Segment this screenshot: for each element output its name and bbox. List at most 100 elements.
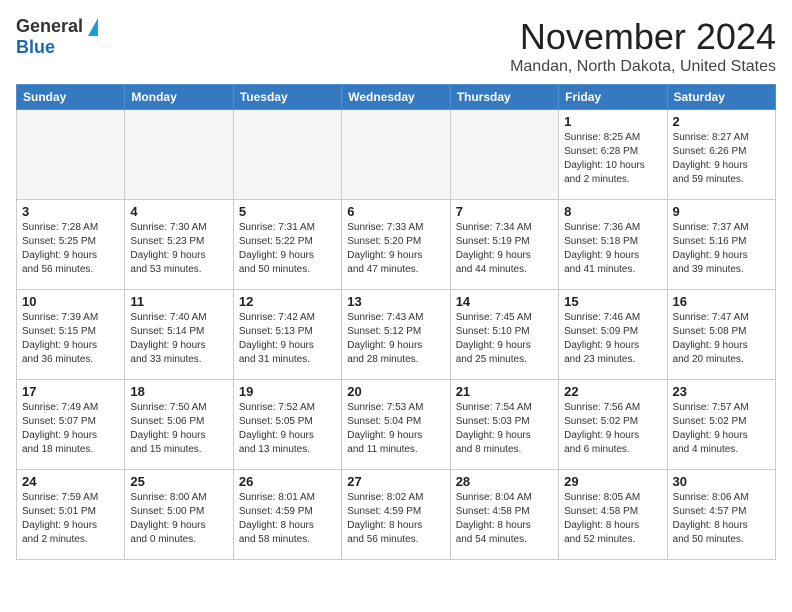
day-info: Sunrise: 7:53 AM Sunset: 5:04 PM Dayligh… xyxy=(347,401,444,457)
calendar-cell: 5 Sunrise: 7:31 AM Sunset: 5:22 PM Daylig… xyxy=(233,200,341,290)
calendar-week-row-1: 3 Sunrise: 7:28 AM Sunset: 5:25 PM Daylig… xyxy=(17,200,776,290)
day-number: 27 xyxy=(347,474,444,489)
weekday-header-friday: Friday xyxy=(559,85,667,110)
weekday-header-saturday: Saturday xyxy=(667,85,775,110)
day-info: Sunrise: 7:33 AM Sunset: 5:20 PM Dayligh… xyxy=(347,221,444,277)
day-number: 15 xyxy=(564,294,661,309)
weekday-header-thursday: Thursday xyxy=(450,85,558,110)
day-number: 20 xyxy=(347,384,444,399)
day-info: Sunrise: 7:34 AM Sunset: 5:19 PM Dayligh… xyxy=(456,221,553,277)
calendar-cell: 4 Sunrise: 7:30 AM Sunset: 5:23 PM Daylig… xyxy=(125,200,233,290)
day-number: 6 xyxy=(347,204,444,219)
day-number: 7 xyxy=(456,204,553,219)
day-number: 4 xyxy=(130,204,227,219)
day-info: Sunrise: 7:31 AM Sunset: 5:22 PM Dayligh… xyxy=(239,221,336,277)
day-info: Sunrise: 7:52 AM Sunset: 5:05 PM Dayligh… xyxy=(239,401,336,457)
header: General Blue November 2024 Mandan, North… xyxy=(16,16,776,76)
calendar-cell: 12 Sunrise: 7:42 AM Sunset: 5:13 PM Dayli… xyxy=(233,290,341,380)
calendar-week-row-4: 24Sunrise: 7:59 AM Sunset: 5:01 PM Dayli… xyxy=(17,470,776,560)
calendar-cell: 26Sunrise: 8:01 AM Sunset: 4:59 PM Dayli… xyxy=(233,470,341,560)
weekday-header-monday: Monday xyxy=(125,85,233,110)
calendar-cell: 23 Sunrise: 7:57 AM Sunset: 5:02 PM Dayli… xyxy=(667,380,775,470)
day-info: Sunrise: 7:47 AM Sunset: 5:08 PM Dayligh… xyxy=(673,311,770,367)
calendar-cell: 22 Sunrise: 7:56 AM Sunset: 5:02 PM Dayli… xyxy=(559,380,667,470)
calendar-cell: 30Sunrise: 8:06 AM Sunset: 4:57 PM Dayli… xyxy=(667,470,775,560)
day-info: Sunrise: 8:06 AM Sunset: 4:57 PM Dayligh… xyxy=(673,491,770,547)
calendar-cell xyxy=(233,110,341,200)
calendar-week-row-3: 17 Sunrise: 7:49 AM Sunset: 5:07 PM Dayli… xyxy=(17,380,776,470)
calendar-cell: 3 Sunrise: 7:28 AM Sunset: 5:25 PM Daylig… xyxy=(17,200,125,290)
calendar-cell: 27 Sunrise: 8:02 AM Sunset: 4:59 PM Dayli… xyxy=(342,470,450,560)
day-info: Sunrise: 7:46 AM Sunset: 5:09 PM Dayligh… xyxy=(564,311,661,367)
day-info: Sunrise: 7:28 AM Sunset: 5:25 PM Dayligh… xyxy=(22,221,119,277)
calendar-cell: 16 Sunrise: 7:47 AM Sunset: 5:08 PM Dayli… xyxy=(667,290,775,380)
calendar-cell: 29Sunrise: 8:05 AM Sunset: 4:58 PM Dayli… xyxy=(559,470,667,560)
day-info: Sunrise: 7:39 AM Sunset: 5:15 PM Dayligh… xyxy=(22,311,119,367)
calendar-cell: 7 Sunrise: 7:34 AM Sunset: 5:19 PM Daylig… xyxy=(450,200,558,290)
month-title: November 2024 xyxy=(510,16,776,58)
calendar-cell xyxy=(450,110,558,200)
day-number: 21 xyxy=(456,384,553,399)
day-number: 8 xyxy=(564,204,661,219)
weekday-header-wednesday: Wednesday xyxy=(342,85,450,110)
logo-triangle-icon xyxy=(88,18,98,36)
day-number: 3 xyxy=(22,204,119,219)
day-number: 16 xyxy=(673,294,770,309)
day-number: 23 xyxy=(673,384,770,399)
weekday-header-tuesday: Tuesday xyxy=(233,85,341,110)
day-info: Sunrise: 8:02 AM Sunset: 4:59 PM Dayligh… xyxy=(347,491,444,547)
day-number: 5 xyxy=(239,204,336,219)
day-info: Sunrise: 8:27 AM Sunset: 6:26 PM Dayligh… xyxy=(673,131,770,187)
logo: General Blue xyxy=(16,16,98,58)
day-number: 26 xyxy=(239,474,336,489)
day-number: 1 xyxy=(564,114,661,129)
day-number: 19 xyxy=(239,384,336,399)
calendar-cell: 14Sunrise: 7:45 AM Sunset: 5:10 PM Dayli… xyxy=(450,290,558,380)
day-number: 22 xyxy=(564,384,661,399)
calendar-cell: 17 Sunrise: 7:49 AM Sunset: 5:07 PM Dayli… xyxy=(17,380,125,470)
calendar-cell: 28Sunrise: 8:04 AM Sunset: 4:58 PM Dayli… xyxy=(450,470,558,560)
day-info: Sunrise: 7:56 AM Sunset: 5:02 PM Dayligh… xyxy=(564,401,661,457)
calendar-cell: 2 Sunrise: 8:27 AM Sunset: 6:26 PM Daylig… xyxy=(667,110,775,200)
day-info: Sunrise: 8:04 AM Sunset: 4:58 PM Dayligh… xyxy=(456,491,553,547)
calendar-week-row-2: 10 Sunrise: 7:39 AM Sunset: 5:15 PM Dayli… xyxy=(17,290,776,380)
day-info: Sunrise: 7:37 AM Sunset: 5:16 PM Dayligh… xyxy=(673,221,770,277)
calendar-cell: 13Sunrise: 7:43 AM Sunset: 5:12 PM Dayli… xyxy=(342,290,450,380)
weekday-header-sunday: Sunday xyxy=(17,85,125,110)
day-number: 2 xyxy=(673,114,770,129)
calendar-table: SundayMondayTuesdayWednesdayThursdayFrid… xyxy=(16,84,776,560)
calendar-cell: 25Sunrise: 8:00 AM Sunset: 5:00 PM Dayli… xyxy=(125,470,233,560)
day-info: Sunrise: 8:00 AM Sunset: 5:00 PM Dayligh… xyxy=(130,491,227,547)
day-number: 12 xyxy=(239,294,336,309)
calendar-cell: 10 Sunrise: 7:39 AM Sunset: 5:15 PM Dayli… xyxy=(17,290,125,380)
day-info: Sunrise: 7:57 AM Sunset: 5:02 PM Dayligh… xyxy=(673,401,770,457)
title-block: November 2024 Mandan, North Dakota, Unit… xyxy=(510,16,776,76)
day-info: Sunrise: 7:42 AM Sunset: 5:13 PM Dayligh… xyxy=(239,311,336,367)
day-number: 18 xyxy=(130,384,227,399)
day-number: 17 xyxy=(22,384,119,399)
day-info: Sunrise: 7:59 AM Sunset: 5:01 PM Dayligh… xyxy=(22,491,119,547)
day-info: Sunrise: 7:40 AM Sunset: 5:14 PM Dayligh… xyxy=(130,311,227,367)
calendar-cell: 15 Sunrise: 7:46 AM Sunset: 5:09 PM Dayli… xyxy=(559,290,667,380)
weekday-header-row: SundayMondayTuesdayWednesdayThursdayFrid… xyxy=(17,85,776,110)
day-number: 9 xyxy=(673,204,770,219)
calendar-week-row-0: 1Sunrise: 8:25 AM Sunset: 6:28 PM Daylig… xyxy=(17,110,776,200)
location-title: Mandan, North Dakota, United States xyxy=(510,58,776,76)
logo-blue-text: Blue xyxy=(16,37,55,58)
calendar-cell: 6 Sunrise: 7:33 AM Sunset: 5:20 PM Daylig… xyxy=(342,200,450,290)
day-info: Sunrise: 7:30 AM Sunset: 5:23 PM Dayligh… xyxy=(130,221,227,277)
calendar-cell: 20 Sunrise: 7:53 AM Sunset: 5:04 PM Dayli… xyxy=(342,380,450,470)
calendar-cell: 11 Sunrise: 7:40 AM Sunset: 5:14 PM Dayli… xyxy=(125,290,233,380)
day-number: 11 xyxy=(130,294,227,309)
day-info: Sunrise: 7:49 AM Sunset: 5:07 PM Dayligh… xyxy=(22,401,119,457)
day-info: Sunrise: 7:50 AM Sunset: 5:06 PM Dayligh… xyxy=(130,401,227,457)
calendar-cell: 8Sunrise: 7:36 AM Sunset: 5:18 PM Daylig… xyxy=(559,200,667,290)
day-number: 10 xyxy=(22,294,119,309)
calendar-cell: 9 Sunrise: 7:37 AM Sunset: 5:16 PM Daylig… xyxy=(667,200,775,290)
calendar-cell: 24Sunrise: 7:59 AM Sunset: 5:01 PM Dayli… xyxy=(17,470,125,560)
calendar-cell xyxy=(342,110,450,200)
day-info: Sunrise: 7:54 AM Sunset: 5:03 PM Dayligh… xyxy=(456,401,553,457)
day-number: 29 xyxy=(564,474,661,489)
day-number: 14 xyxy=(456,294,553,309)
calendar-cell xyxy=(125,110,233,200)
